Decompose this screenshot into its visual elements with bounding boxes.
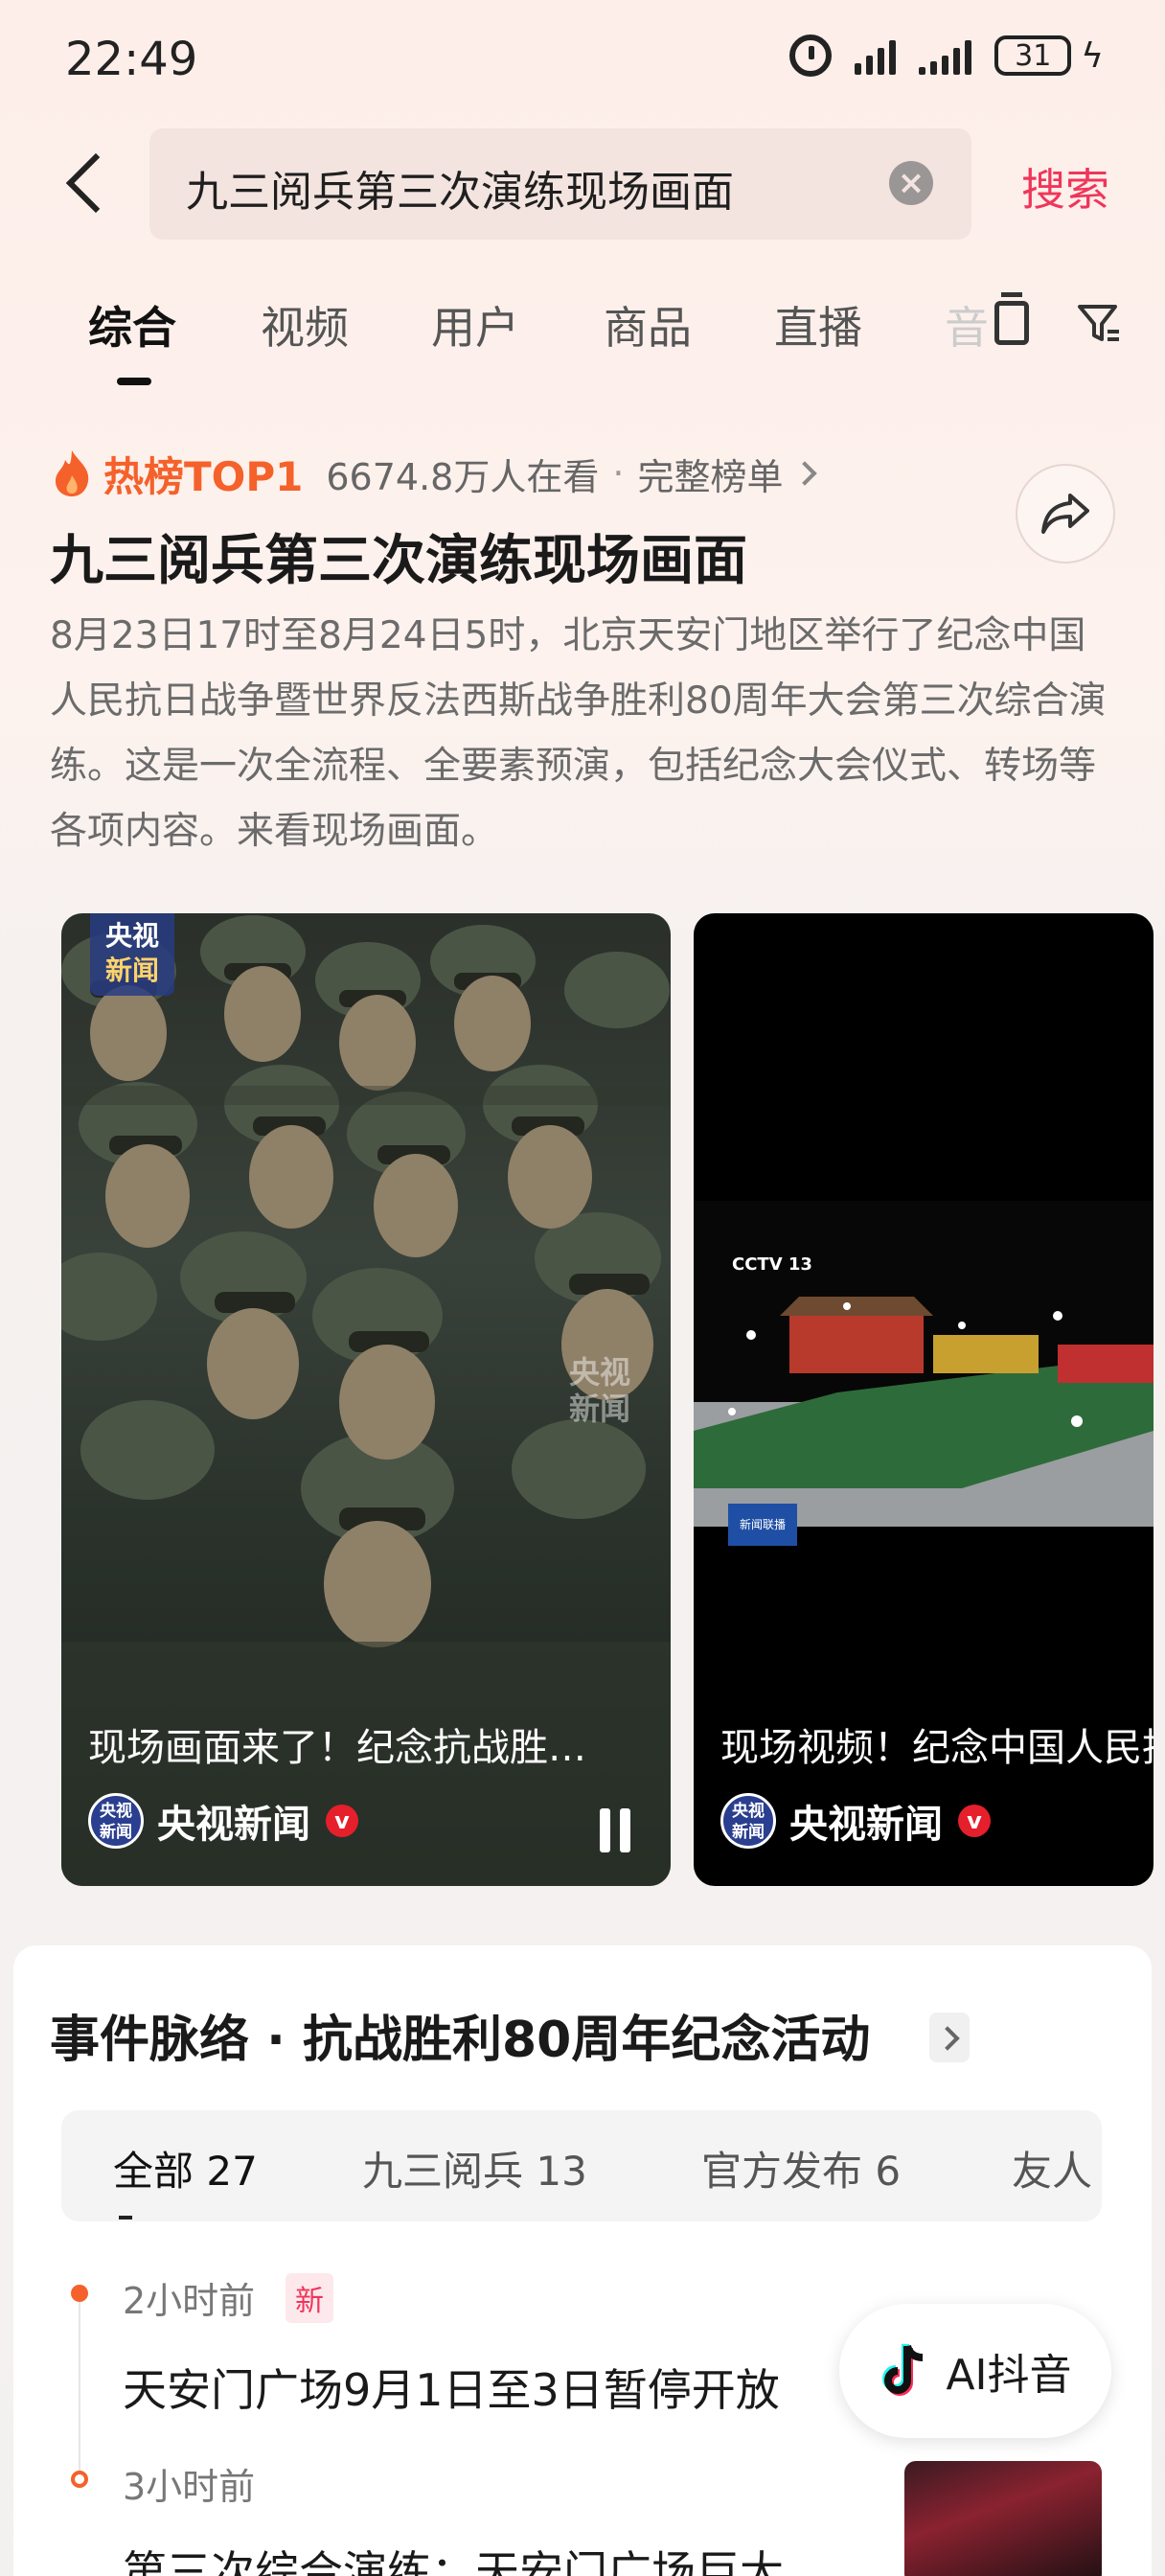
- filter-parade[interactable]: 九三阅兵 13: [362, 2139, 587, 2197]
- timeline-dot: [71, 2285, 88, 2302]
- author-name-2[interactable]: 央视新闻: [789, 1793, 943, 1849]
- signal-icon: [855, 36, 897, 75]
- hot-title[interactable]: 九三阅兵第三次演练现场画面: [50, 518, 747, 595]
- search-query[interactable]: 九三阅兵第三次演练现场画面: [186, 157, 734, 218]
- search-button[interactable]: 搜索: [1021, 155, 1109, 218]
- filter-indicator: [119, 2216, 132, 2220]
- tab-live[interactable]: 直播: [774, 293, 862, 356]
- chevron-right-icon-2[interactable]: [929, 2012, 970, 2062]
- battery-icon: 31: [994, 35, 1072, 76]
- video-author-2[interactable]: 央视 新闻 央视新闻 v: [720, 1793, 991, 1849]
- video-title: 现场画面来了！纪念抗战胜…: [88, 1726, 586, 1770]
- avatar[interactable]: 央视 新闻: [88, 1793, 144, 1849]
- share-button[interactable]: [1016, 464, 1115, 564]
- timeline-text[interactable]: 天安门广场9月1日至3日暂停开放: [123, 2356, 780, 2419]
- timeline-title[interactable]: 事件脉络 · 抗战胜利80周年纪念活动: [50, 1999, 870, 2071]
- signal-icon-2: [919, 36, 972, 75]
- filter-icon[interactable]: [1077, 303, 1121, 345]
- ai-douyin-button[interactable]: AI抖音: [839, 2304, 1111, 2438]
- tab-indicator: [117, 378, 151, 385]
- video-card-2[interactable]: CCTV 13 新闻联播 现场视频！纪念中国人民抗 央视 新闻 央视新闻 v: [694, 913, 1154, 1886]
- result-tabs: 综合 视频 用户 商品 直播 音: [0, 284, 1165, 399]
- chevron-right-icon: [792, 461, 818, 486]
- video-card[interactable]: 央视 新闻 央视 新闻 现场画面来了！纪念抗战胜… 央视 新闻 央视新闻 v: [61, 913, 671, 1886]
- clear-icon[interactable]: ×: [889, 161, 933, 205]
- tab-products[interactable]: 商品: [604, 293, 692, 356]
- author-name[interactable]: 央视新闻: [157, 1793, 310, 1849]
- verified-icon: v: [326, 1805, 358, 1837]
- tiananmen-scene-image: [694, 1201, 1154, 1527]
- tab-users[interactable]: 用户: [431, 293, 519, 356]
- logo-line-bottom: 新闻: [104, 954, 159, 986]
- hot-tag: 热榜TOP1: [103, 452, 304, 500]
- douyin-icon: [882, 2344, 924, 2396]
- back-icon[interactable]: [57, 149, 115, 216]
- tab-general[interactable]: 综合: [88, 293, 176, 356]
- video-author[interactable]: 央视 新闻 央视新闻 v: [88, 1793, 358, 1849]
- filter-official[interactable]: 官方发布 6: [701, 2139, 901, 2197]
- timeline-thumbnail[interactable]: [904, 2461, 1102, 2576]
- status-bar: 22:49 31 ϟ: [0, 0, 1165, 115]
- alarm-icon: [789, 34, 833, 77]
- new-badge: 新: [286, 2273, 333, 2323]
- verified-icon-2: v: [958, 1805, 991, 1837]
- logo-line-top: 央视: [104, 920, 159, 952]
- timeline-filter-bar: 全部 27 九三阅兵 13 官方发布 6 友人: [61, 2110, 1102, 2221]
- tab-video[interactable]: 视频: [261, 293, 349, 356]
- ai-button-label: AI抖音: [946, 2351, 1072, 2400]
- cctv-news-logo: 央视 新闻: [90, 913, 174, 996]
- timeline-time: 2小时前: [123, 2280, 256, 2322]
- video-watermark: 央视 新闻: [569, 1354, 631, 1427]
- hot-rank-row[interactable]: 热榜TOP1 6674.8万人在看 · 完整榜单: [50, 447, 818, 500]
- separator-dot: ·: [612, 452, 625, 494]
- search-input[interactable]: 九三阅兵第三次演练现场画面 ×: [149, 128, 971, 240]
- news-logo: 新闻联播: [728, 1504, 797, 1546]
- charging-icon: ϟ: [1081, 35, 1104, 76]
- status-icons: 31 ϟ: [789, 34, 1104, 77]
- timeline-dot-2: [71, 2471, 88, 2488]
- flame-icon: [56, 450, 89, 496]
- layers-icon[interactable]: [994, 292, 1029, 345]
- hot-summary: 8月23日17时至8月24日5时，北京天安门地区举行了纪念中国人民抗日战争暨世界…: [50, 614, 1107, 853]
- pause-icon[interactable]: [596, 1808, 634, 1852]
- share-icon: [1041, 494, 1089, 534]
- tab-overflow: 音: [945, 302, 989, 354]
- filter-all[interactable]: 全部 27: [113, 2139, 258, 2197]
- timeline-text-2[interactable]: 第三次综合演练：天安门广场巨大: [123, 2538, 784, 2576]
- avatar-2[interactable]: 央视 新闻: [720, 1793, 776, 1849]
- filter-friends[interactable]: 友人: [1012, 2139, 1092, 2197]
- channel-badge: CCTV 13: [732, 1254, 812, 1275]
- timeline-line: [79, 2300, 80, 2472]
- status-time: 22:49: [65, 33, 198, 86]
- video-title-2: 现场视频！纪念中国人民抗: [720, 1726, 1154, 1770]
- timeline-time-2: 3小时前: [123, 2466, 256, 2508]
- viewer-count: 6674.8万人在看: [326, 455, 600, 498]
- full-list-link[interactable]: 完整榜单: [637, 448, 783, 500]
